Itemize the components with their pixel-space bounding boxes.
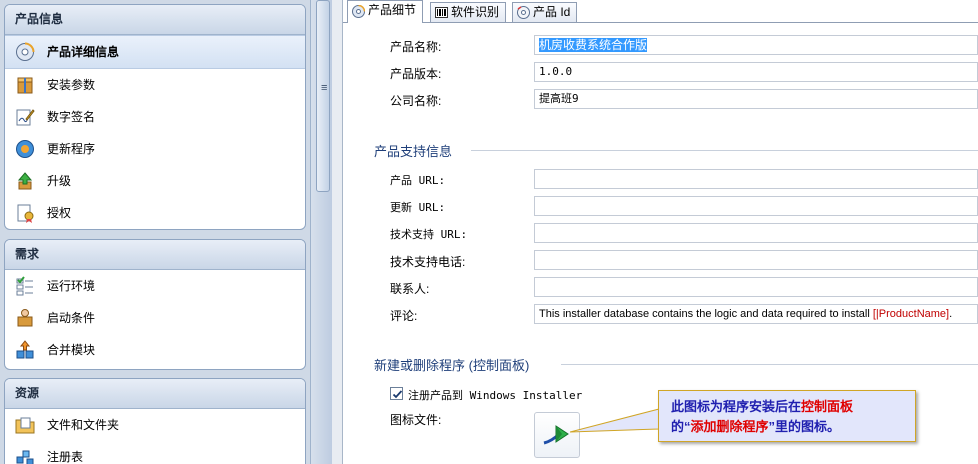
sidebar-item-files-folders[interactable]: 文件和文件夹 <box>5 409 305 441</box>
product-name-label: 产品名称: <box>390 40 442 54</box>
section-divider <box>471 150 978 151</box>
comment-field[interactable]: This installer database contains the log… <box>534 304 978 324</box>
tech-support-phone-label: 技术支持电话: <box>390 255 466 269</box>
tab-product-details[interactable]: 产品细节 <box>347 0 424 23</box>
update-icon <box>16 140 34 158</box>
sidebar-item-launch-condition[interactable]: 启动条件 <box>5 302 305 334</box>
tab-bar: 产品细节 软件识别 产品 Id <box>343 0 978 23</box>
icon-file-label: 图标文件: <box>390 413 442 427</box>
sidebar-item-label: 合并模块 <box>47 343 96 357</box>
support-section-title: 产品支持信息 <box>374 144 453 159</box>
update-url-field[interactable] <box>534 196 978 216</box>
contact-field[interactable] <box>534 277 978 297</box>
sidebar-item-label: 注册表 <box>47 450 84 464</box>
callout-line-1: 此图标为程序安装后在控制面板 <box>671 399 854 414</box>
sidebar-item-label: 启动条件 <box>47 311 96 325</box>
product-version-field[interactable]: 1.0.0 <box>534 62 978 82</box>
product-url-field[interactable] <box>534 169 978 189</box>
sidebar-item-label: 更新程序 <box>47 142 96 156</box>
sidebar-item-registry[interactable]: 注册表 <box>5 441 305 464</box>
register-checkbox[interactable] <box>390 387 403 400</box>
contact-label: 联系人: <box>390 282 430 296</box>
callout-pointer <box>570 408 660 433</box>
sidebar-item-label: 授权 <box>47 206 72 220</box>
tech-support-url-label: 技术支持 URL: <box>390 228 468 241</box>
group-header[interactable]: 产品信息 <box>5 5 305 35</box>
tab-label: 产品 Id <box>533 5 571 19</box>
runtime-env-icon <box>16 276 33 296</box>
install-params-icon <box>17 77 33 94</box>
cd-id-icon <box>517 6 530 19</box>
product-version-label: 产品版本: <box>390 67 442 81</box>
company-name-field[interactable]: 提高班9 <box>534 89 978 109</box>
group-header[interactable]: 资源 <box>5 379 305 409</box>
callout-line-2: 的“添加删除程序”里的图标。 <box>671 419 841 434</box>
product-name-value: 机房收费系统合作版 <box>539 38 648 52</box>
sidebar-item-label: 数字签名 <box>47 110 96 124</box>
upgrade-icon <box>17 172 33 190</box>
register-label[interactable]: 注册产品到 Windows Installer <box>408 387 582 403</box>
license-icon <box>17 204 34 223</box>
sidebar-item-label: 运行环境 <box>47 279 96 293</box>
merge-module-icon <box>16 340 34 359</box>
registry-icon <box>16 450 34 464</box>
sidebar-item-runtime-env[interactable]: 运行环境 <box>5 270 305 302</box>
add-remove-section-title: 新建或删除程序 (控制面板) <box>374 358 530 373</box>
files-folders-icon <box>15 417 35 434</box>
comment-text: This installer database contains the log… <box>539 308 873 320</box>
product-url-label: 产品 URL: <box>390 174 446 187</box>
sidebar-item-label: 安装参数 <box>47 78 96 92</box>
cd-icon <box>352 5 365 18</box>
tech-support-phone-field[interactable] <box>534 250 978 270</box>
sidebar-item-label: 产品详细信息 <box>47 45 120 59</box>
group-resources: 资源 文件和文件夹 注册表 <box>4 378 306 464</box>
sidebar-item-label: 文件和文件夹 <box>47 418 120 432</box>
scrollbar-thumb[interactable]: ≡ <box>316 0 330 192</box>
tab-label: 产品细节 <box>368 3 417 17</box>
add-remove-programs-icon <box>543 425 569 445</box>
sidebar-item-product-details[interactable]: 产品详细信息 <box>5 35 305 69</box>
checkmark-icon <box>392 390 403 399</box>
company-name-label: 公司名称: <box>390 94 442 108</box>
product-name-field[interactable]: 机房收费系统合作版 <box>534 35 978 55</box>
sidebar-item-label: 升级 <box>47 174 72 188</box>
sidebar-item-license[interactable]: 授权 <box>5 197 305 229</box>
section-divider <box>561 364 978 365</box>
sidebar-item-merge-module[interactable]: 合并模块 <box>5 334 305 366</box>
sidebar-item-update[interactable]: 更新程序 <box>5 133 305 165</box>
group-requirements: 需求 运行环境 启动条件 合并模块 <box>4 239 306 370</box>
sidebar: 产品信息 产品详细信息 安装参数 数字签名 更新程序 升级 授权 需求 运行环境… <box>0 0 310 464</box>
sidebar-item-install-params[interactable]: 安装参数 <box>5 69 305 101</box>
tab-software-id[interactable]: 软件识别 <box>430 2 507 22</box>
product-details-icon <box>16 42 35 61</box>
comment-token: [|ProductName] <box>872 308 950 320</box>
sidebar-scrollbar[interactable]: ≡ <box>310 0 333 464</box>
barcode-icon <box>435 7 448 18</box>
comment-label: 评论: <box>390 309 418 323</box>
update-url-label: 更新 URL: <box>390 201 446 214</box>
sidebar-item-digital-signature[interactable]: 数字签名 <box>5 101 305 133</box>
group-product-info: 产品信息 产品详细信息 安装参数 数字签名 更新程序 升级 授权 <box>4 4 306 230</box>
sidebar-item-upgrade[interactable]: 升级 <box>5 165 305 197</box>
tech-support-url-field[interactable] <box>534 223 978 243</box>
tab-label: 软件识别 <box>451 5 500 19</box>
launch-condition-icon <box>17 309 33 327</box>
comment-suffix: . <box>949 308 953 320</box>
tab-product-id[interactable]: 产品 Id <box>512 2 578 22</box>
digital-signature-icon <box>16 109 35 126</box>
panel-splitter[interactable] <box>332 0 343 464</box>
callout-note: 此图标为程序安装后在控制面板 的“添加删除程序”里的图标。 <box>658 390 916 442</box>
group-header[interactable]: 需求 <box>5 240 305 270</box>
